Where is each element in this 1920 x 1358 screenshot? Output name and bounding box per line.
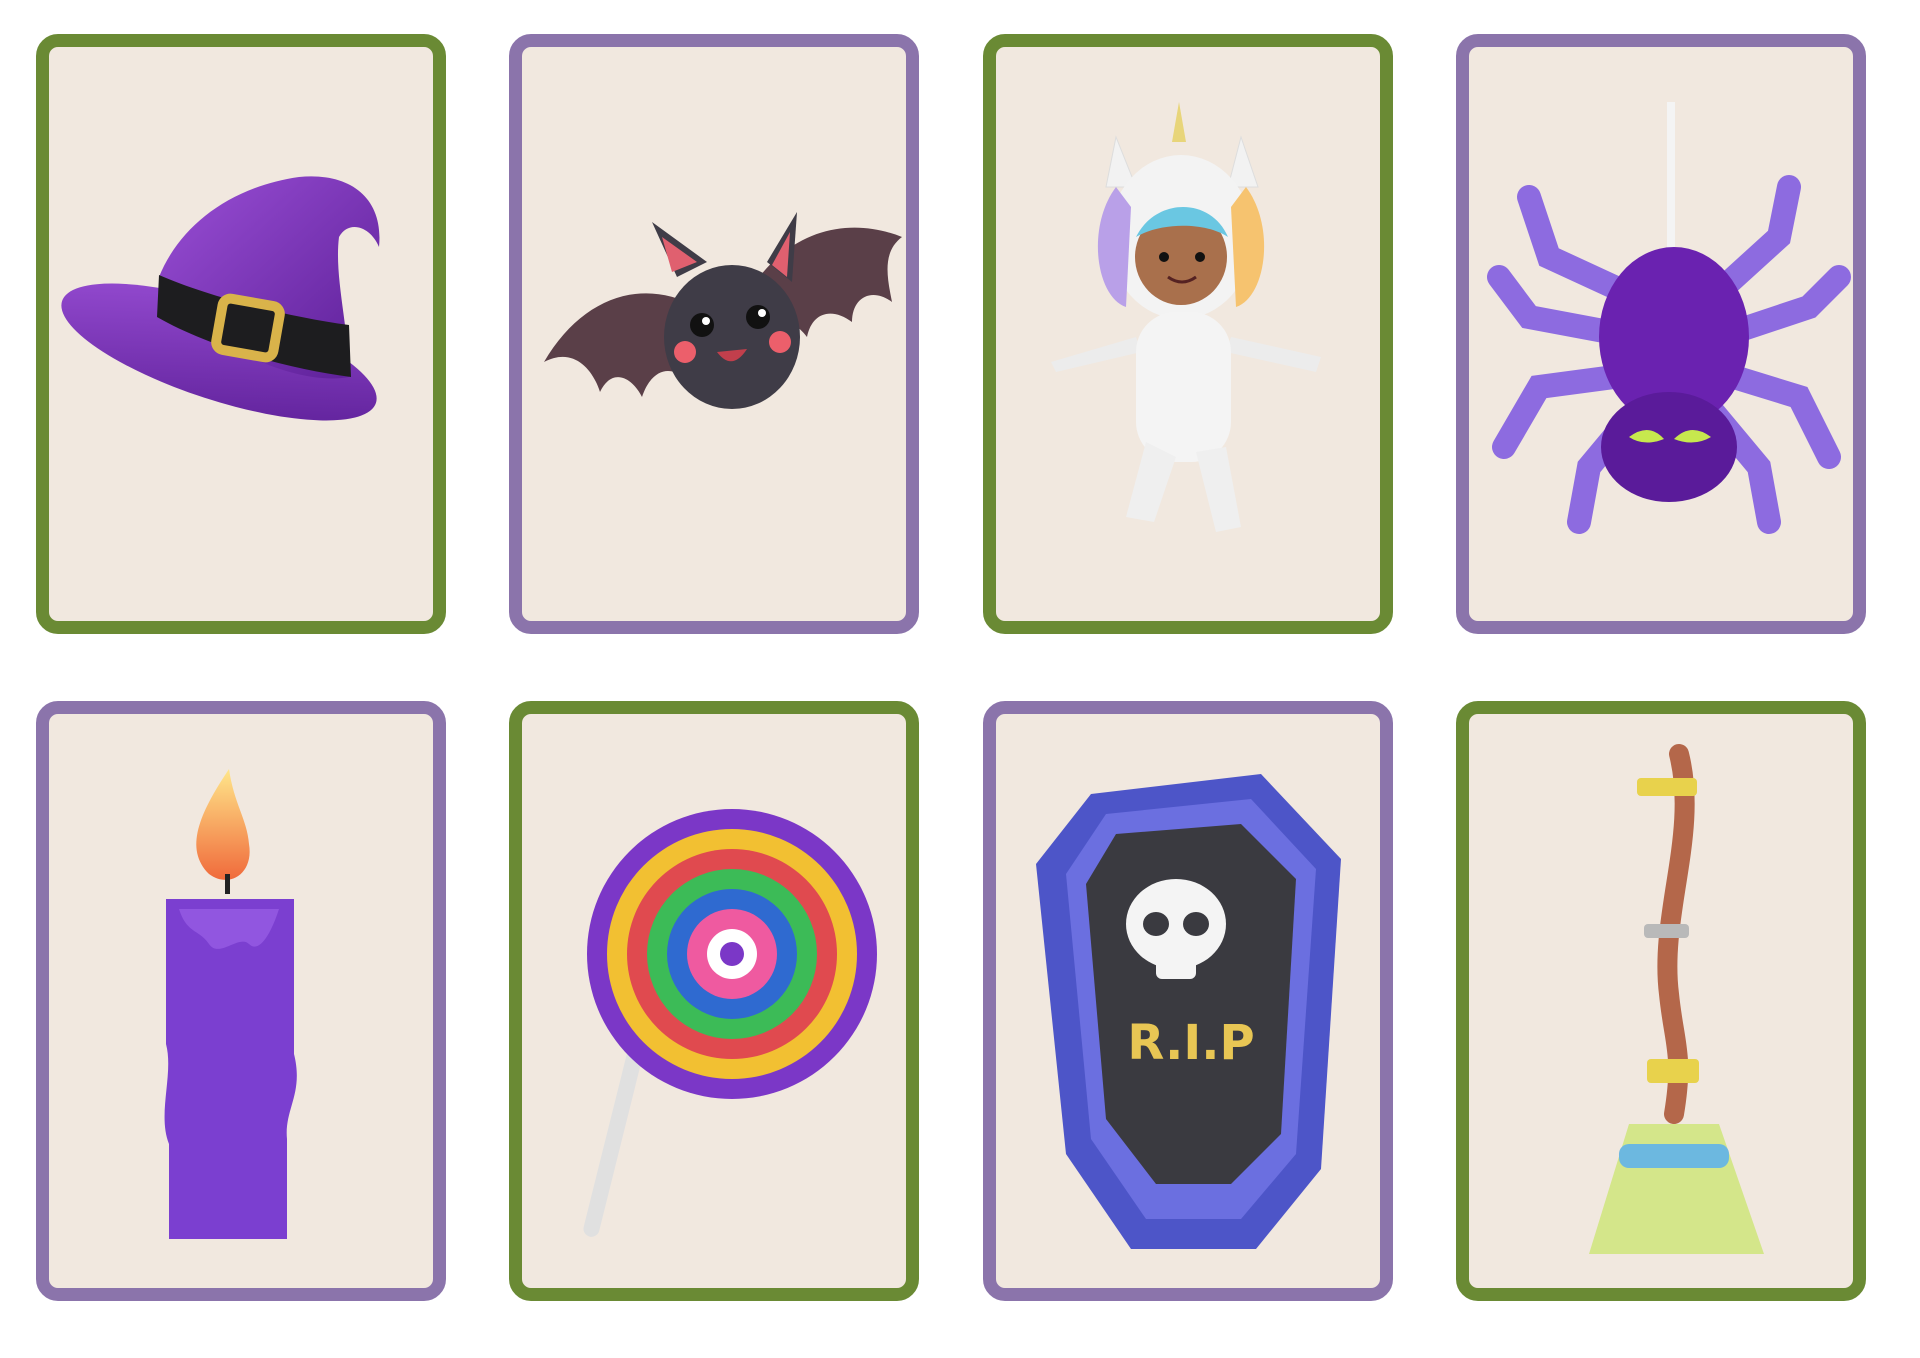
card-witch-hat[interactable]: [36, 34, 446, 634]
card-coffin[interactable]: R.I.P: [983, 701, 1393, 1301]
card-unicorn-kid[interactable]: [983, 34, 1393, 634]
witch-hat-icon: [61, 176, 380, 421]
card-candle[interactable]: [36, 701, 446, 1301]
broom-icon: [1589, 744, 1764, 1254]
candle-icon: [164, 769, 297, 1239]
unicorn-costume-kid-icon: [1051, 102, 1321, 532]
card-bat[interactable]: [509, 34, 919, 634]
card-spider[interactable]: [1456, 34, 1866, 634]
coffin-label: R.I.P: [1127, 1015, 1254, 1071]
coffin-icon: R.I.P: [1036, 774, 1341, 1249]
card-lollipop[interactable]: [509, 701, 919, 1301]
card-broom[interactable]: [1456, 701, 1866, 1301]
bat-icon: [544, 212, 902, 409]
lollipop-icon: [583, 809, 877, 1237]
spider-icon: [1487, 102, 1851, 534]
